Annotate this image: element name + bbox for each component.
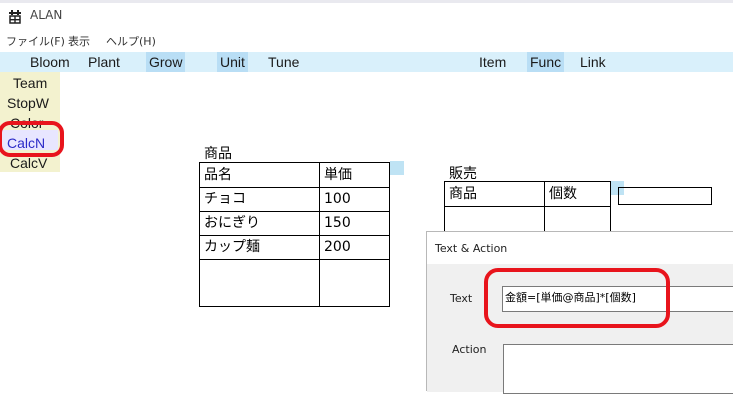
toolbar-item-button[interactable]: Item: [479, 52, 506, 72]
red-highlight-annotation: [0, 121, 64, 157]
left-item-stopw[interactable]: StopW: [7, 93, 49, 113]
top-strip: [0, 0, 733, 3]
product-table-title: 商品: [204, 146, 232, 162]
menu-view[interactable]: 表示: [68, 33, 90, 49]
menu-file[interactable]: ファイル(F): [6, 33, 65, 49]
calc-field-box[interactable]: [618, 187, 712, 205]
toolbar-plant-button[interactable]: Plant: [88, 52, 120, 72]
row-divider: [200, 259, 389, 260]
table-cell[interactable]: 200: [320, 235, 351, 259]
header-cell[interactable]: 単価: [320, 163, 352, 187]
toolbar-unit-button[interactable]: Unit: [217, 52, 248, 72]
menu-bar: ファイル(F) 表示 ヘルプ(H): [0, 33, 733, 51]
product-table[interactable]: 品名 単価 チョコ 100 おにぎり 150 カップ麺 200: [199, 162, 390, 307]
dialog-title: Text & Action: [435, 242, 508, 255]
toolbar-link-button[interactable]: Link: [580, 52, 606, 72]
table-marker: [390, 161, 404, 175]
table-cell[interactable]: 150: [320, 211, 351, 235]
left-item-team[interactable]: Team: [13, 73, 47, 93]
toolbar-func-button[interactable]: Func: [527, 52, 565, 72]
tree-icon: [8, 9, 22, 24]
action-textarea[interactable]: [503, 344, 733, 394]
table-cell[interactable]: おにぎり: [200, 211, 260, 235]
text-label: Text: [450, 292, 473, 305]
toolbar-grow-button[interactable]: Grow: [146, 52, 186, 72]
red-highlight-annotation: [484, 268, 670, 328]
toolbar-bloom-button[interactable]: Bloom: [30, 52, 70, 72]
table-cell[interactable]: 100: [320, 187, 351, 211]
row-divider: [445, 206, 610, 207]
window-title: ALAN: [30, 8, 63, 22]
header-cell[interactable]: 個数: [545, 182, 577, 206]
action-label: Action: [452, 343, 487, 356]
sales-table-title: 販売: [449, 166, 477, 182]
header-cell[interactable]: 商品: [445, 182, 477, 206]
table-cell[interactable]: チョコ: [200, 187, 246, 211]
toolbar: Bloom Plant Grow Unit Tune Item Func Lin…: [0, 52, 733, 72]
title-bar: [0, 0, 733, 32]
toolbar-tune-button[interactable]: Tune: [268, 52, 299, 72]
header-cell[interactable]: 品名: [200, 163, 232, 187]
table-cell[interactable]: カップ麺: [200, 235, 260, 259]
menu-help[interactable]: ヘルプ(H): [106, 33, 156, 49]
